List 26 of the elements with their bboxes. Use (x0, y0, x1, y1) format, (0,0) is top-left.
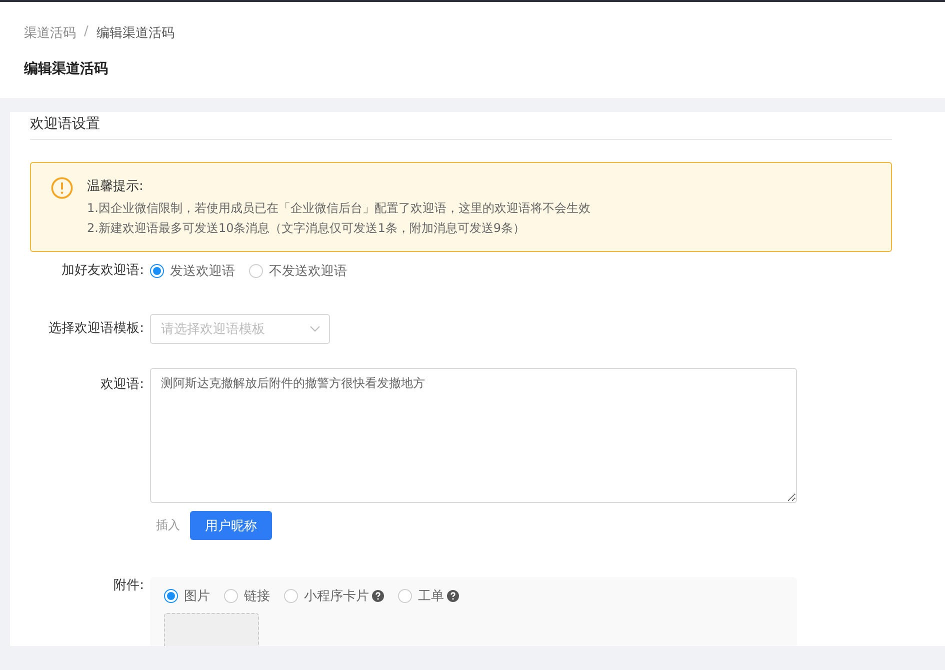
breadcrumb-link[interactable]: 编辑渠道活码 (96, 24, 174, 42)
field-label: 选择欢迎语模板: (48, 320, 145, 338)
notice-title: 温馨提示: (87, 178, 144, 195)
radio-option[interactable]: 发送欢迎语 (150, 262, 235, 280)
help-icon (372, 590, 384, 602)
radio-option[interactable]: 图片 (164, 587, 210, 605)
page-title: 编辑渠道活码 (24, 60, 109, 78)
breadcrumb-link[interactable]: 渠道活码 (24, 24, 76, 42)
nickname-button[interactable]: 用户昵称 (190, 511, 272, 540)
radio-option[interactable]: 链接 (224, 587, 270, 605)
radio-option[interactable]: 不发送欢迎语 (249, 262, 347, 280)
warning-icon (51, 177, 73, 199)
template-select[interactable]: 请选择欢迎语模板 (150, 314, 330, 344)
breadcrumb-separator: / (84, 24, 88, 41)
help-icon (447, 590, 459, 602)
field-label: 附件: (112, 577, 145, 595)
welcome-textarea[interactable]: 测阿斯达克撤解放后附件的撤警方很快看发撤地方 (150, 368, 797, 503)
notice-text: 2.新建欢迎语最多可发送10条消息（文字消息仅可发送1条，附加消息可发送9条） (87, 220, 526, 237)
radio-option[interactable]: 工单 (398, 587, 444, 605)
section-title: 欢迎语设置 (30, 112, 892, 140)
notice-text: 1.因企业微信限制，若使用成员已在「企业微信后台」配置了欢迎语，这里的欢迎语将不会生效 (87, 200, 590, 217)
field-label: 加好友欢迎语: (60, 262, 145, 280)
chevron-down-icon (310, 326, 320, 332)
field-label: 欢迎语: (100, 376, 145, 394)
radio-option[interactable]: 小程序卡片 (284, 587, 369, 605)
insert-label: 插入 (156, 517, 180, 534)
